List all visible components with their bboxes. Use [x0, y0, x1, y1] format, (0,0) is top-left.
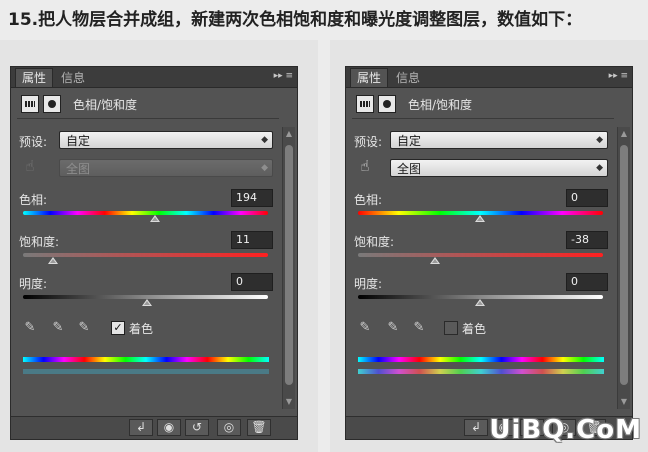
targeted-adjustment-hand-icon[interactable]: ☝: [356, 157, 374, 175]
site-watermark: UiBQ.CoM: [489, 415, 642, 445]
scrollbar[interactable]: ▲ ▼: [617, 127, 630, 409]
hue-label: 色相:: [19, 193, 48, 207]
spectrum-bar-result: [358, 369, 604, 374]
trash-icon[interactable]: 🗑: [247, 419, 271, 436]
tab-info[interactable]: 信息: [55, 69, 91, 87]
tab-info[interactable]: 信息: [390, 69, 426, 87]
tab-properties[interactable]: 属性: [350, 68, 389, 87]
hue-input[interactable]: 194: [231, 189, 273, 207]
spectrum-bar-top: [358, 357, 604, 362]
updown-arrows-icon: ◆: [261, 163, 268, 173]
lightness-label: 明度:: [354, 277, 383, 291]
panel-tab-bar: 属性 信息 ▸▸ ≡: [11, 67, 297, 88]
colorize-checkbox[interactable]: ✓: [111, 321, 125, 335]
view-previous-icon[interactable]: ◉: [157, 419, 181, 436]
adjustment-title: 色相/饱和度: [408, 98, 473, 112]
reset-icon[interactable]: ↺: [185, 419, 209, 436]
lightness-slider-thumb[interactable]: [142, 299, 152, 306]
scroll-down-arrow-icon[interactable]: ▼: [284, 397, 294, 407]
eyedropper-icon[interactable]: ✎: [23, 321, 37, 335]
properties-panel-right: 属性 信息 ▸▸ ≡ 色相/饱和度 预设: 自定 ◆ ☝ 全图 ◆ 色相: 0 …: [345, 66, 633, 440]
saturation-slider-thumb[interactable]: [430, 257, 440, 264]
hue-slider-track[interactable]: [23, 211, 268, 215]
preset-value: 自定: [66, 134, 91, 148]
saturation-input[interactable]: 11: [231, 231, 273, 249]
lightness-input[interactable]: 0: [231, 273, 273, 291]
scrollbar[interactable]: ▲ ▼: [282, 127, 295, 409]
scroll-up-arrow-icon[interactable]: ▲: [284, 129, 294, 139]
tab-properties[interactable]: 属性: [15, 68, 54, 87]
eyedropper-plus-icon[interactable]: ✎: [386, 321, 400, 335]
updown-arrows-icon: ◆: [596, 135, 603, 145]
lightness-input[interactable]: 0: [566, 273, 608, 291]
scrollbar-thumb[interactable]: [620, 145, 628, 385]
saturation-slider-track[interactable]: [358, 253, 603, 257]
scroll-up-arrow-icon[interactable]: ▲: [619, 129, 629, 139]
colorize-checkbox[interactable]: [444, 321, 458, 335]
lightness-slider-thumb[interactable]: [475, 299, 485, 306]
clip-to-layer-icon[interactable]: ↲: [129, 419, 153, 436]
properties-panel-left: 属性 信息 ▸▸ ≡ 色相/饱和度 预设: 自定 ◆ ☝ 全图 ◆ 色相: 19…: [10, 66, 298, 440]
eyedropper-plus-icon[interactable]: ✎: [51, 321, 65, 335]
saturation-slider-track[interactable]: [23, 253, 268, 257]
eyedropper-icon[interactable]: ✎: [358, 321, 372, 335]
divider: [352, 118, 614, 119]
panel-menu-icon[interactable]: ▸▸ ≡: [602, 70, 628, 83]
panel-footer: ↲ ◉ ↺ ◎ 🗑: [11, 416, 297, 439]
saturation-label: 饱和度:: [354, 235, 395, 249]
lightness-label: 明度:: [19, 277, 48, 291]
targeted-adjustment-hand-icon[interactable]: ☝: [21, 157, 39, 175]
eyedropper-minus-icon[interactable]: ✎: [77, 321, 91, 335]
preset-value: 自定: [397, 134, 422, 148]
visibility-eye-icon[interactable]: ◎: [217, 419, 241, 436]
layer-mask-icon[interactable]: [378, 95, 396, 113]
scrollbar-thumb[interactable]: [285, 145, 293, 385]
layer-mask-icon[interactable]: [43, 95, 61, 113]
updown-arrows-icon: ◆: [261, 135, 268, 145]
channel-value: 全图: [397, 162, 422, 176]
colorize-label: 着色: [129, 322, 154, 336]
updown-arrows-icon: ◆: [596, 163, 603, 173]
hue-input[interactable]: 0: [566, 189, 608, 207]
preset-dropdown[interactable]: 自定 ◆: [59, 131, 273, 149]
spectrum-bar-top: [23, 357, 269, 362]
hue-slider-thumb[interactable]: [150, 215, 160, 222]
eyedropper-minus-icon[interactable]: ✎: [412, 321, 426, 335]
clip-to-layer-icon[interactable]: ↲: [464, 419, 488, 436]
adjustment-layer-icon[interactable]: [356, 95, 374, 113]
hue-slider-thumb[interactable]: [475, 215, 485, 222]
adjustment-layer-icon[interactable]: [21, 95, 39, 113]
preset-label: 预设:: [19, 135, 48, 149]
spectrum-bar-result: [23, 369, 269, 374]
divider: [17, 118, 279, 119]
panel-tab-bar: 属性 信息 ▸▸ ≡: [346, 67, 632, 88]
preset-dropdown[interactable]: 自定 ◆: [390, 131, 608, 149]
colorize-label: 着色: [462, 322, 487, 336]
channel-dropdown[interactable]: 全图 ◆: [390, 159, 608, 177]
saturation-label: 饱和度:: [19, 235, 60, 249]
preset-label: 预设:: [354, 135, 383, 149]
adjustment-title: 色相/饱和度: [73, 98, 138, 112]
hue-label: 色相:: [354, 193, 383, 207]
panel-menu-icon[interactable]: ▸▸ ≡: [267, 70, 293, 83]
channel-dropdown[interactable]: 全图 ◆: [59, 159, 273, 177]
channel-value: 全图: [66, 162, 91, 176]
saturation-slider-thumb[interactable]: [48, 257, 58, 264]
tutorial-step-heading: 15.把人物层合并成组，新建两次色相饱和度和曝光度调整图层，数值如下：: [8, 10, 583, 30]
saturation-input[interactable]: -38: [566, 231, 608, 249]
scroll-down-arrow-icon[interactable]: ▼: [619, 397, 629, 407]
